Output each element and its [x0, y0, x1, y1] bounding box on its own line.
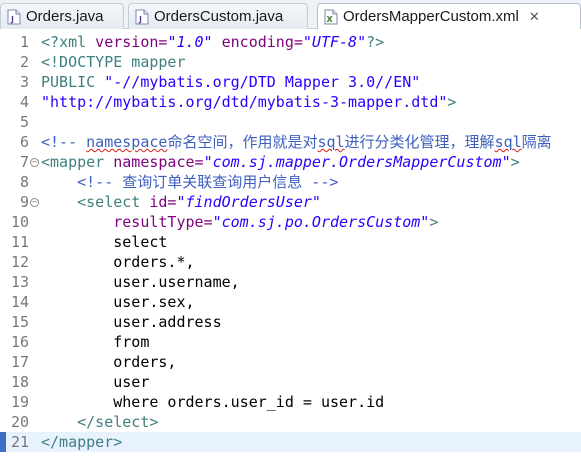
- code-line: 19 where orders.user_id = user.id: [0, 392, 581, 412]
- line-number: 20: [10, 413, 29, 431]
- code-text: <!-- 查询订单关联查询用户信息 -->: [41, 173, 339, 191]
- line-number: 2: [19, 53, 29, 71]
- tab-label: Orders.java: [26, 8, 104, 25]
- code-text: where orders.user_id = user.id: [41, 393, 385, 411]
- line-number: 9: [19, 193, 29, 211]
- code-line: 16 from: [0, 332, 581, 352]
- line-number: 1: [19, 33, 29, 51]
- line-number: 15: [10, 313, 29, 331]
- code-line: 1 <?xml version="1.0" encoding="UTF-8"?>: [0, 32, 581, 52]
- tab-ordersmappercustom-xml[interactable]: X OrdersMapperCustom.xml ✕: [317, 3, 581, 30]
- tab-orderscustom-java[interactable]: J OrdersCustom.java: [128, 3, 308, 29]
- line-number: 3: [19, 73, 29, 91]
- line-number: 4: [19, 93, 29, 111]
- line-number: 19: [10, 393, 29, 411]
- code-line: 11 select: [0, 232, 581, 252]
- line-number: 10: [10, 213, 29, 231]
- code-line: 15 user.address: [0, 312, 581, 332]
- line-number: 14: [10, 293, 29, 311]
- svg-text:J: J: [138, 15, 142, 24]
- code-line: 4 "http://mybatis.org/dtd/mybatis-3-mapp…: [0, 92, 581, 112]
- line-number: 17: [10, 353, 29, 371]
- line-number: 7: [19, 153, 29, 171]
- java-file-icon: J: [7, 9, 21, 24]
- code-line: 2 <!DOCTYPE mapper: [0, 52, 581, 72]
- code-text: <!-- namespace命名空间，作用就是对sql进行分类化管理，理解sql…: [41, 133, 552, 151]
- code-text: from: [41, 333, 150, 351]
- code-text: user.username,: [41, 273, 240, 291]
- line-number: 16: [10, 333, 29, 351]
- line-number: 18: [10, 373, 29, 391]
- code-line: 18 user: [0, 372, 581, 392]
- svg-text:X: X: [327, 15, 334, 24]
- current-code-line: 21 </mapper>: [0, 432, 581, 452]
- editor-tab-bar: J Orders.java J OrdersCustom.java X Orde…: [0, 0, 581, 30]
- code-line: 20 </select>: [0, 412, 581, 432]
- code-line: 13 user.username,: [0, 272, 581, 292]
- fold-toggle-icon[interactable]: −: [30, 198, 39, 207]
- code-text: </select>: [41, 413, 159, 431]
- svg-text:J: J: [10, 15, 14, 24]
- code-text: orders.*,: [41, 253, 195, 271]
- code-text: user.address: [41, 313, 222, 331]
- code-line: 7 − <mapper namespace="com.sj.mapper.Ord…: [0, 152, 581, 172]
- tab-label: OrdersMapperCustom.xml: [343, 8, 519, 25]
- code-line: 12 orders.*,: [0, 252, 581, 272]
- code-text: <select id="findOrdersUser": [41, 193, 321, 211]
- close-tab-icon[interactable]: ✕: [529, 9, 540, 25]
- code-text: user: [41, 373, 150, 391]
- code-text: <!DOCTYPE mapper: [41, 53, 186, 71]
- java-file-icon: J: [135, 9, 149, 24]
- code-line: 9 − <select id="findOrdersUser": [0, 192, 581, 212]
- tab-label: OrdersCustom.java: [154, 8, 284, 25]
- code-text: resultType="com.sj.po.OrdersCustom">: [41, 213, 439, 231]
- line-number: 21: [10, 433, 29, 451]
- line-number: 11: [10, 233, 29, 251]
- line-number: 12: [10, 253, 29, 271]
- code-text: user.sex,: [41, 293, 195, 311]
- line-number: 5: [19, 113, 29, 131]
- code-line: 5: [0, 112, 581, 132]
- code-line: 3 PUBLIC "-//mybatis.org/DTD Mapper 3.0/…: [0, 72, 581, 92]
- code-text: </mapper>: [41, 433, 123, 451]
- xml-file-icon: X: [324, 9, 338, 24]
- code-text: PUBLIC "-//mybatis.org/DTD Mapper 3.0//E…: [41, 73, 421, 91]
- tab-orders-java[interactable]: J Orders.java: [0, 3, 124, 29]
- code-line: 6 <!-- namespace命名空间，作用就是对sql进行分类化管理，理解s…: [0, 132, 581, 152]
- code-text: select: [41, 233, 168, 251]
- code-line: 8 <!-- 查询订单关联查询用户信息 -->: [0, 172, 581, 192]
- code-text: <?xml version="1.0" encoding="UTF-8"?>: [41, 33, 385, 51]
- line-number: 8: [19, 173, 29, 191]
- code-text: "http://mybatis.org/dtd/mybatis-3-mapper…: [41, 93, 457, 111]
- code-text: <mapper namespace="com.sj.mapper.OrdersM…: [41, 153, 520, 171]
- code-text: orders,: [41, 353, 177, 371]
- line-number: 13: [10, 273, 29, 291]
- line-number: 6: [19, 133, 29, 151]
- code-line: 10 resultType="com.sj.po.OrdersCustom">: [0, 212, 581, 232]
- code-line: 17 orders,: [0, 352, 581, 372]
- fold-toggle-icon[interactable]: −: [30, 158, 39, 167]
- code-line: 14 user.sex,: [0, 292, 581, 312]
- code-editor[interactable]: 1 <?xml version="1.0" encoding="UTF-8"?>…: [0, 29, 581, 463]
